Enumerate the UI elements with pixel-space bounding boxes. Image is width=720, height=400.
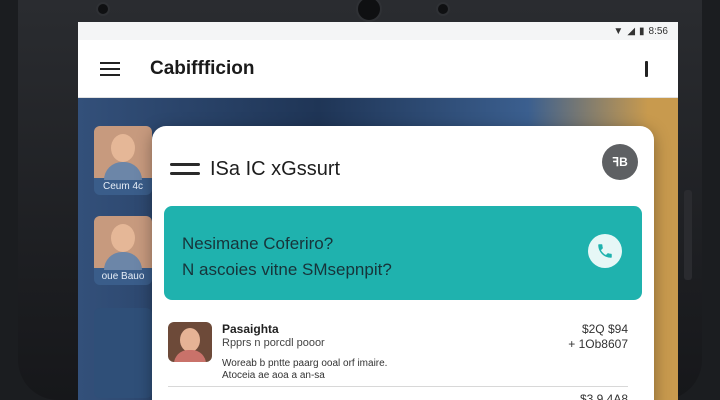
front-camera [356, 0, 382, 22]
background-profile-1: Ceum 4c [94, 126, 152, 195]
list-item-change: + 1Ob8607 [568, 337, 628, 351]
chat-bubble-button[interactable]: ꟻB [602, 144, 638, 180]
profile-photo [94, 216, 152, 270]
profile-caption: oue Bauo [101, 271, 145, 282]
side-button [684, 190, 692, 280]
list-item-description: Woreab b pntte paarg ooal orf imaire. [222, 358, 388, 369]
status-time: 8:56 [648, 25, 668, 37]
list-item-value: $2Q $94 [581, 322, 628, 336]
app-title: Cabiffficion [150, 57, 255, 79]
hamburger-menu-icon[interactable] [100, 61, 120, 76]
signal-icon: ◢ [627, 25, 636, 37]
list-item-subtitle: Rpprs n porcdl pooor [222, 337, 325, 349]
card-title: ISa IC xGssurt [210, 157, 341, 180]
phone-call-button[interactable] [588, 234, 622, 268]
sensor-dot [436, 2, 450, 16]
list-item-value-2: $3.9 4A8 [579, 392, 628, 400]
call-banner[interactable]: Nesimane Coferiro? N ascoies vitne SMsep… [164, 206, 642, 300]
card-header: ISa IC xGssurt [170, 154, 636, 184]
list-item-name: Pasaighta [222, 322, 279, 336]
list-item-description-2: Atoceia ae aoa a an-sa [222, 370, 325, 381]
divider [168, 386, 628, 387]
background-profile-3 [94, 308, 152, 398]
phone-icon [598, 244, 612, 258]
wifi-icon: ▼ [613, 25, 624, 37]
dialog-card: ISa IC xGssurt ꟻB Nesimane Coferiro? N a… [152, 126, 654, 400]
overflow-menu-icon[interactable] [645, 60, 648, 77]
phone-frame: ▼ ◢ ▮ 8:56 Cabiffficion Ceum 4c oue Bauo [18, 0, 702, 400]
avatar [168, 322, 212, 362]
profile-caption: Ceum 4c [102, 181, 143, 192]
profile-photo [94, 126, 152, 180]
camera-dot-left [96, 2, 110, 16]
status-bar: ▼ ◢ ▮ 8:56 [78, 22, 678, 40]
screen: ▼ ◢ ▮ 8:56 Cabiffficion Ceum 4c oue Bauo [78, 22, 678, 400]
banner-line-1: Nesimane Coferiro? [182, 234, 334, 253]
profile-caption [94, 308, 152, 314]
battery-icon: ▮ [639, 25, 645, 37]
banner-line-2: N ascoies vitne SMsepnpit? [182, 260, 392, 279]
list-item[interactable]: Pasaighta Rpprs n porcdl pooor $2Q $94 +… [168, 322, 628, 381]
background-profile-2: oue Bauo [94, 216, 152, 285]
glasses-icon [170, 163, 200, 175]
app-bar: Cabiffficion [78, 40, 678, 98]
